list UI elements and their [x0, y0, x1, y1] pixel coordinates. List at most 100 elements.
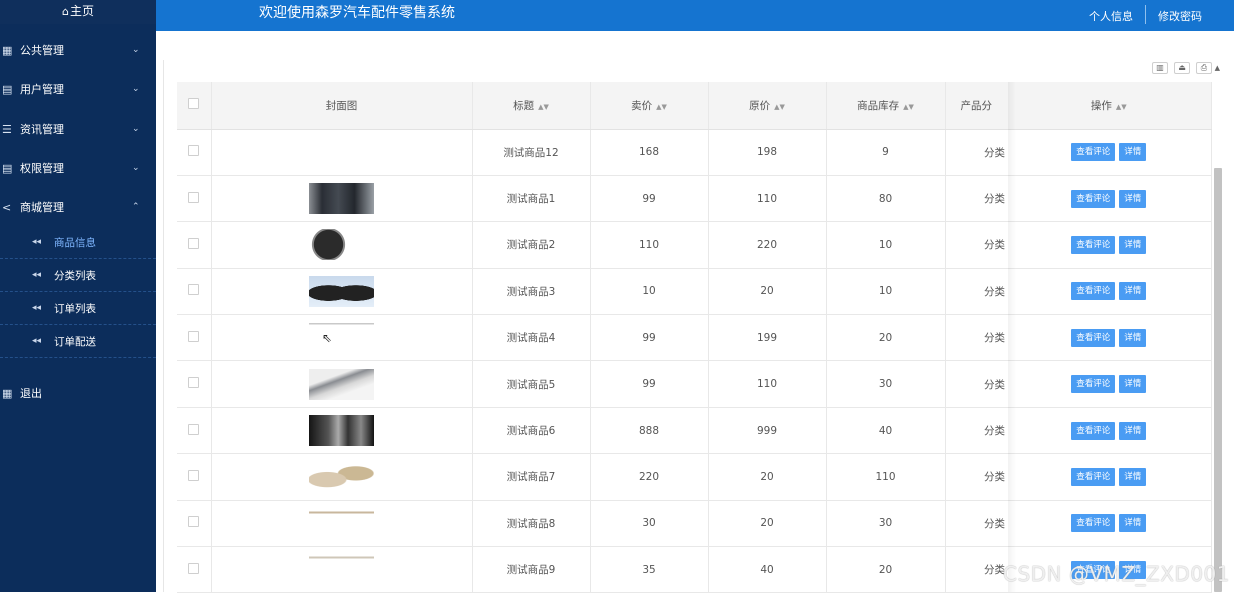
- cover-cell: [211, 315, 472, 361]
- category-cell: 分类: [945, 547, 1007, 593]
- row-checkbox[interactable]: [188, 470, 199, 481]
- sidebar-item-public[interactable]: ▦ 公共管理 ⌄: [0, 38, 156, 62]
- row-checkbox[interactable]: [188, 516, 199, 527]
- row-select-cell: [177, 547, 211, 593]
- stock-cell: 110: [826, 454, 945, 500]
- detail-button[interactable]: 详情: [1119, 282, 1146, 300]
- scroll-up-arrow[interactable]: ▲: [1215, 64, 1220, 72]
- row-checkbox[interactable]: [188, 284, 199, 295]
- row-select-cell: [177, 407, 211, 453]
- row-select-cell: [177, 315, 211, 361]
- detail-button[interactable]: 详情: [1119, 143, 1146, 161]
- sidebar-subitem-label: 分类列表: [54, 268, 96, 283]
- sidebar-subitem-category-list[interactable]: ◂◂ 分类列表: [0, 259, 156, 292]
- table-row[interactable]: 测试商品688899940分类查看评论详情: [177, 407, 1211, 453]
- chevron-down-icon: ⌄: [132, 163, 156, 173]
- sidebar-item-logout[interactable]: ▦ 退出: [0, 381, 156, 405]
- row-checkbox[interactable]: [188, 424, 199, 435]
- sidebar-subitem-label: 订单列表: [54, 301, 96, 316]
- view-reviews-button[interactable]: 查看评论: [1071, 375, 1115, 393]
- title-cell: 测试商品3: [472, 268, 590, 314]
- profile-link[interactable]: 个人信息: [1077, 8, 1145, 24]
- row-select-cell: [177, 222, 211, 268]
- sidebar-item-users[interactable]: ▤ 用户管理 ⌄: [0, 77, 156, 101]
- sidebar-subitem-delivery[interactable]: ◂◂ 订单配送: [0, 325, 156, 358]
- chevron-up-icon: ⌃: [132, 202, 156, 212]
- column-label: 产品分: [961, 100, 993, 112]
- original-price-cell: 999: [708, 407, 826, 453]
- column-header-actions[interactable]: 操作▲▼: [1007, 82, 1211, 129]
- detail-button[interactable]: 详情: [1119, 190, 1146, 208]
- row-checkbox[interactable]: [188, 563, 199, 574]
- original-price-cell: 20: [708, 268, 826, 314]
- sidebar-item-news[interactable]: ☰ 资讯管理 ⌄: [0, 117, 156, 141]
- column-header-stock[interactable]: 商品库存▲▼: [826, 82, 945, 129]
- table-row[interactable]: 测试商品211022010分类查看评论详情: [177, 222, 1211, 268]
- price-cell: 220: [590, 454, 708, 500]
- export-icon[interactable]: ⏏: [1174, 62, 1190, 74]
- view-reviews-button[interactable]: 查看评论: [1071, 236, 1115, 254]
- print-icon[interactable]: ⎙: [1196, 62, 1212, 74]
- view-reviews-button[interactable]: 查看评论: [1071, 468, 1115, 486]
- double-left-icon: ◂◂: [32, 303, 54, 313]
- row-checkbox[interactable]: [188, 145, 199, 156]
- row-checkbox[interactable]: [188, 377, 199, 388]
- view-reviews-button[interactable]: 查看评论: [1071, 422, 1115, 440]
- original-price-cell: 220: [708, 222, 826, 268]
- table-row[interactable]: 测试商品722020110分类查看评论详情: [177, 454, 1211, 500]
- stock-cell: 10: [826, 222, 945, 268]
- sidebar-item-permissions[interactable]: ▤ 权限管理 ⌄: [0, 156, 156, 180]
- detail-button[interactable]: 详情: [1119, 422, 1146, 440]
- sort-icon[interactable]: ▲▼: [656, 103, 667, 111]
- sort-icon[interactable]: ▲▼: [774, 103, 785, 111]
- view-reviews-button[interactable]: 查看评论: [1071, 190, 1115, 208]
- vertical-scrollbar[interactable]: [1214, 168, 1222, 592]
- view-reviews-button[interactable]: 查看评论: [1071, 282, 1115, 300]
- table-row[interactable]: 测试商品59911030分类查看评论详情: [177, 361, 1211, 407]
- sidebar-item-shop[interactable]: < 商城管理 ⌃: [0, 195, 156, 219]
- detail-button[interactable]: 详情: [1119, 236, 1146, 254]
- original-price-cell: 198: [708, 129, 826, 175]
- sidebar-subitem-product-info[interactable]: ◂◂ 商品信息: [0, 226, 156, 259]
- sidebar-subitem-order-list[interactable]: ◂◂ 订单列表: [0, 292, 156, 325]
- original-price-cell: 110: [708, 361, 826, 407]
- view-reviews-button[interactable]: 查看评论: [1071, 329, 1115, 347]
- sort-icon[interactable]: ▲▼: [1116, 103, 1127, 111]
- sort-icon[interactable]: ▲▼: [903, 103, 914, 111]
- change-password-link[interactable]: 修改密码: [1146, 8, 1214, 24]
- detail-button[interactable]: 详情: [1119, 375, 1146, 393]
- table-row[interactable]: 测试商品8302030分类查看评论详情: [177, 500, 1211, 546]
- row-checkbox[interactable]: [188, 238, 199, 249]
- original-price-cell: 20: [708, 500, 826, 546]
- select-all-checkbox[interactable]: [188, 98, 199, 109]
- title-cell: 测试商品8: [472, 500, 590, 546]
- columns-icon[interactable]: ▥: [1152, 62, 1168, 74]
- select-all-cell: [177, 82, 211, 129]
- column-header-title[interactable]: 标题▲▼: [472, 82, 590, 129]
- detail-button[interactable]: 详情: [1119, 468, 1146, 486]
- table-row[interactable]: 测试商品49919920分类查看评论详情: [177, 315, 1211, 361]
- sidebar-home[interactable]: ⌂主页: [0, 0, 156, 24]
- product-thumbnail: [309, 554, 374, 585]
- column-header-cover: 封面图: [211, 82, 472, 129]
- column-header-price[interactable]: 卖价▲▼: [590, 82, 708, 129]
- view-reviews-button[interactable]: 查看评论: [1071, 143, 1115, 161]
- column-header-original-price[interactable]: 原价▲▼: [708, 82, 826, 129]
- detail-button[interactable]: 详情: [1119, 514, 1146, 532]
- category-cell: 分类: [945, 129, 1007, 175]
- sort-icon[interactable]: ▲▼: [538, 103, 549, 111]
- title-cell: 测试商品1: [472, 175, 590, 221]
- view-reviews-button[interactable]: 查看评论: [1071, 514, 1115, 532]
- stock-cell: 20: [826, 547, 945, 593]
- row-checkbox[interactable]: [188, 192, 199, 203]
- detail-button[interactable]: 详情: [1119, 329, 1146, 347]
- column-label: 封面图: [326, 100, 358, 112]
- table-row[interactable]: 测试商品19911080分类查看评论详情: [177, 175, 1211, 221]
- table-row[interactable]: 测试商品3102010分类查看评论详情: [177, 268, 1211, 314]
- original-price-cell: 110: [708, 175, 826, 221]
- table-row[interactable]: 测试商品121681989分类查看评论详情: [177, 129, 1211, 175]
- main-content: ▥ ⏏ ⎙ ▲ 封面图 标题▲▼ 卖价▲▼ 原价▲▼ 商品库存▲▼ 产品分 操作…: [163, 60, 1234, 592]
- row-checkbox[interactable]: [188, 331, 199, 342]
- double-left-icon: ◂◂: [32, 237, 54, 247]
- category-cell: 分类: [945, 361, 1007, 407]
